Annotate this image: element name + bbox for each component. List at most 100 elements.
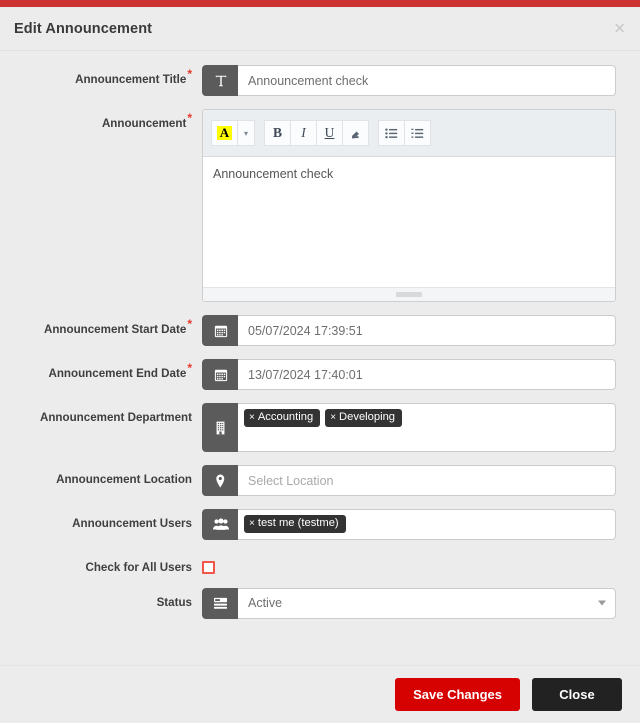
label-check-all-users-text: Check for All Users bbox=[85, 561, 192, 574]
calendar-icon bbox=[202, 315, 238, 346]
remove-tag-icon[interactable]: × bbox=[330, 412, 336, 424]
control-department: × Accounting × Developing bbox=[200, 403, 616, 452]
end-date-input[interactable]: 13/07/2024 17:40:01 bbox=[238, 359, 616, 390]
location-input[interactable]: Select Location bbox=[238, 465, 616, 496]
bold-glyph: B bbox=[272, 125, 282, 140]
modal-body: Announcement Title* Announcement check A… bbox=[0, 51, 640, 665]
status-select-wrap: Active bbox=[238, 587, 616, 619]
toolbar-group-format: B I U bbox=[264, 120, 369, 146]
users-icon bbox=[202, 509, 238, 540]
control-location: Select Location bbox=[200, 465, 616, 496]
required-asterisk: * bbox=[187, 317, 192, 332]
tag-label: test me (testme) bbox=[257, 517, 339, 529]
row-end-date: Announcement End Date* 13/07/2024 17:40:… bbox=[0, 359, 616, 390]
toolbar-group-lists bbox=[378, 120, 431, 146]
label-status-text: Status bbox=[156, 595, 192, 609]
row-users: Announcement Users × test me (testme) bbox=[0, 509, 616, 540]
announcement-title-input[interactable]: Announcement check bbox=[238, 65, 616, 96]
italic-button[interactable]: I bbox=[290, 120, 317, 146]
start-date-input-group: 05/07/2024 17:39:51 bbox=[202, 315, 616, 346]
label-department-text: Announcement Department bbox=[39, 411, 192, 424]
label-announcement: Announcement* bbox=[0, 109, 200, 131]
status-select[interactable]: Active bbox=[238, 587, 616, 619]
text-format-icon bbox=[202, 65, 238, 96]
announcement-title-input-group: Announcement check bbox=[202, 65, 616, 96]
calendar-icon bbox=[202, 359, 238, 390]
control-users: × test me (testme) bbox=[200, 509, 616, 540]
location-input-group: Select Location bbox=[202, 465, 616, 496]
resize-grip-handle[interactable] bbox=[396, 292, 422, 297]
label-announcement-title: Announcement Title* bbox=[0, 65, 200, 87]
row-announcement: Announcement* A ▾ B I U Announcement che… bbox=[0, 109, 616, 302]
underline-glyph: U bbox=[324, 125, 335, 140]
tag-test-me[interactable]: × test me (testme) bbox=[244, 515, 346, 534]
edit-announcement-modal: Edit Announcement ✕ Announcement Title* … bbox=[0, 0, 640, 723]
label-location: Announcement Location bbox=[0, 465, 200, 487]
department-input-group: × Accounting × Developing bbox=[202, 403, 616, 452]
close-icon[interactable]: ✕ bbox=[613, 21, 626, 36]
editor-content[interactable]: Announcement check bbox=[203, 157, 615, 287]
ordered-list-button[interactable] bbox=[404, 120, 431, 146]
building-icon bbox=[202, 403, 238, 452]
label-department: Announcement Department bbox=[0, 403, 200, 425]
modal-header: Edit Announcement ✕ bbox=[0, 7, 640, 51]
map-pin-icon bbox=[202, 465, 238, 496]
chevron-down-icon[interactable] bbox=[598, 600, 606, 606]
remove-tag-icon[interactable]: × bbox=[249, 412, 255, 424]
modal-footer: Save Changes Close bbox=[0, 665, 640, 723]
row-department: Announcement Department × Accounting × Dev… bbox=[0, 403, 616, 452]
label-users: Announcement Users bbox=[0, 509, 200, 531]
users-tag-input[interactable]: × test me (testme) bbox=[238, 509, 616, 540]
control-start-date: 05/07/2024 17:39:51 bbox=[200, 315, 616, 346]
editor-resize-footer bbox=[203, 287, 615, 301]
required-asterisk: * bbox=[187, 111, 192, 126]
check-all-users-checkbox[interactable] bbox=[202, 561, 215, 574]
toolbar-group-highlight: A ▾ bbox=[211, 120, 255, 146]
control-announcement-title: Announcement check bbox=[200, 65, 616, 96]
control-status: Active bbox=[200, 587, 616, 619]
unordered-list-button[interactable] bbox=[378, 120, 405, 146]
bullet-list-icon bbox=[385, 127, 398, 138]
label-users-text: Announcement Users bbox=[72, 517, 192, 530]
label-end-date: Announcement End Date* bbox=[0, 359, 200, 381]
tag-accounting[interactable]: × Accounting bbox=[244, 409, 321, 428]
status-input-group: Active bbox=[202, 587, 616, 619]
close-button[interactable]: Close bbox=[532, 678, 622, 711]
end-date-input-group: 13/07/2024 17:40:01 bbox=[202, 359, 616, 390]
highlight-a-glyph: A bbox=[216, 125, 233, 141]
numbered-list-icon bbox=[411, 128, 424, 138]
users-input-group: × test me (testme) bbox=[202, 509, 616, 540]
chevron-down-icon: ▾ bbox=[243, 128, 248, 138]
row-location: Announcement Location Select Location bbox=[0, 465, 616, 496]
label-check-all-users: Check for All Users bbox=[0, 553, 200, 575]
remove-tag-icon[interactable]: × bbox=[249, 518, 255, 530]
control-announcement: A ▾ B I U Announcement check bbox=[200, 109, 616, 302]
row-status: Status Active bbox=[0, 587, 616, 619]
eraser-icon bbox=[352, 130, 359, 138]
underline-button[interactable]: U bbox=[316, 120, 343, 146]
row-announcement-title: Announcement Title* Announcement check bbox=[0, 65, 616, 96]
label-announcement-title-text: Announcement Title bbox=[75, 73, 187, 86]
bold-button[interactable]: B bbox=[264, 120, 291, 146]
highlight-dropdown-button[interactable]: ▾ bbox=[237, 120, 255, 146]
required-asterisk: * bbox=[187, 361, 192, 376]
label-end-date-text: Announcement End Date bbox=[48, 367, 187, 380]
remove-format-button[interactable] bbox=[342, 120, 369, 146]
rich-text-editor: A ▾ B I U Announcement check bbox=[202, 109, 616, 302]
control-check-all-users bbox=[200, 553, 616, 574]
label-start-date-text: Announcement Start Date bbox=[43, 323, 187, 336]
label-start-date: Announcement Start Date* bbox=[0, 315, 200, 337]
department-tag-input[interactable]: × Accounting × Developing bbox=[238, 403, 616, 452]
italic-glyph: I bbox=[301, 125, 306, 140]
list-icon bbox=[202, 587, 238, 619]
tag-label: Developing bbox=[339, 411, 396, 423]
highlight-color-button[interactable]: A bbox=[211, 120, 238, 146]
start-date-input[interactable]: 05/07/2024 17:39:51 bbox=[238, 315, 616, 346]
row-start-date: Announcement Start Date* 05/07/2024 17:3… bbox=[0, 315, 616, 346]
save-changes-button[interactable]: Save Changes bbox=[395, 678, 520, 711]
tag-developing[interactable]: × Developing bbox=[325, 409, 403, 428]
tag-label: Accounting bbox=[257, 411, 314, 423]
label-status: Status bbox=[0, 588, 200, 610]
required-asterisk: * bbox=[187, 67, 192, 82]
page-title: Edit Announcement bbox=[14, 20, 153, 37]
